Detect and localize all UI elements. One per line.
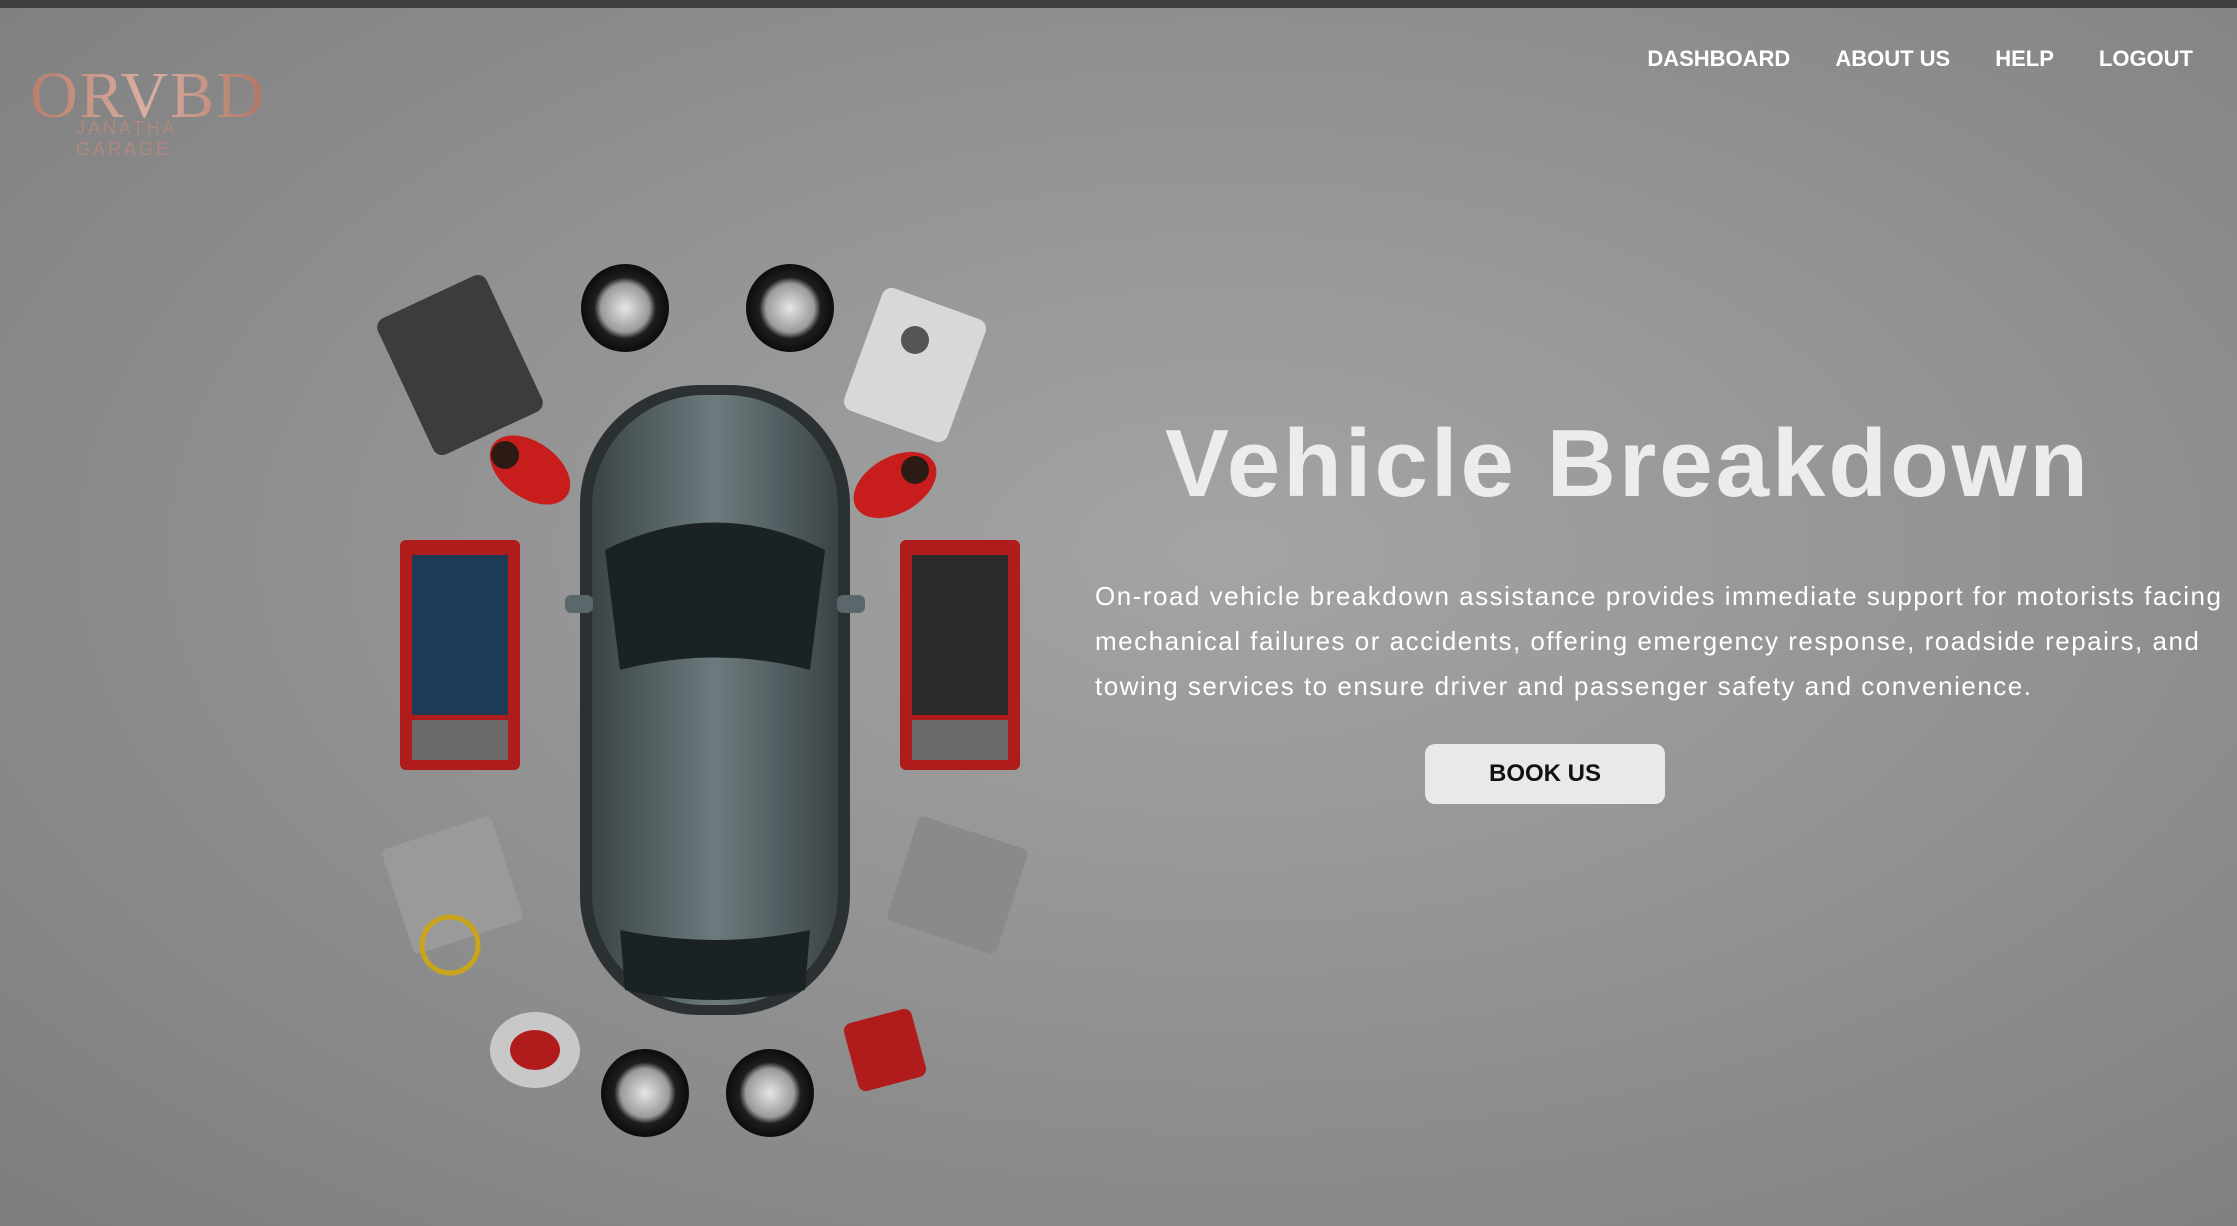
- book-us-button[interactable]: BOOK US: [1425, 744, 1665, 804]
- main-nav: DASHBOARD ABOUT US HELP LOGOUT: [1647, 46, 2193, 72]
- hero-description: On-road vehicle breakdown assistance pro…: [1095, 581, 2223, 701]
- garage-car-illustration: [377, 264, 1028, 1137]
- nav-dashboard-link[interactable]: DASHBOARD: [1647, 46, 1790, 72]
- brand-logo[interactable]: ORVBD JANATHA GARAGE: [30, 58, 270, 159]
- logo-subtitle: JANATHA GARAGE: [76, 118, 177, 159]
- hero-title: Vehicle Breakdown: [1165, 410, 2092, 518]
- nav-help-link[interactable]: HELP: [1995, 46, 2054, 72]
- nav-about-us-link[interactable]: ABOUT US: [1835, 46, 1950, 72]
- window-top-bar: [0, 0, 2237, 8]
- car-icon: [565, 385, 865, 1015]
- nav-logout-link[interactable]: LOGOUT: [2099, 46, 2193, 72]
